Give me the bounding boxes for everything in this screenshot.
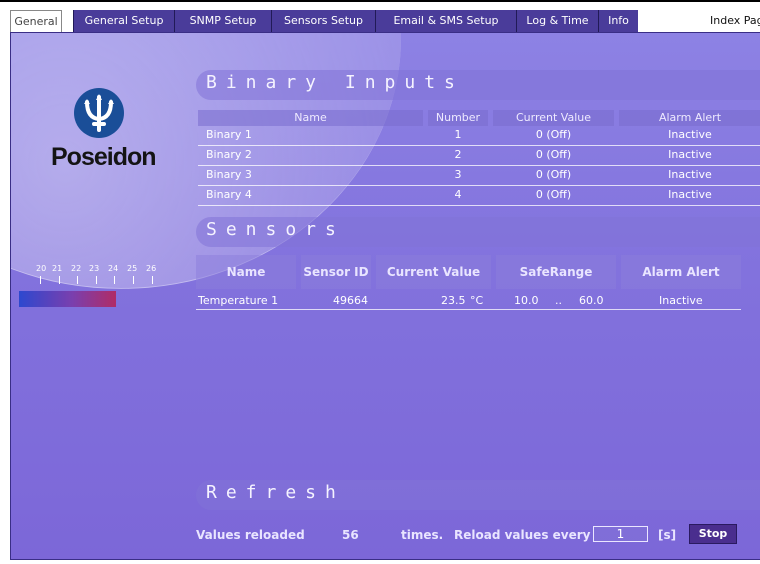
binary-name: Binary 2 (206, 148, 252, 161)
tab-log-time[interactable]: Log & Time (516, 10, 598, 32)
scale-tick-label: 23 (89, 264, 100, 273)
sensors-col-current-value: Current Value (376, 255, 491, 289)
binary-value: 0 (Off) (535, 148, 572, 161)
binary-alarm: Inactive (668, 168, 712, 181)
binary-alarm: Inactive (668, 188, 712, 201)
saferange-low: 10.0 (514, 294, 539, 307)
scale-tick-label: 20 (36, 264, 47, 273)
reload-interval-input[interactable] (593, 526, 648, 542)
binary-name: Binary 4 (206, 188, 252, 201)
reloaded-label: Values reloaded (196, 528, 305, 542)
tab-snmp-setup[interactable]: SNMP Setup (174, 10, 271, 32)
tab-sensors-setup[interactable]: Sensors Setup (271, 10, 375, 32)
tab-bar: General General Setup SNMP Setup Sensors… (10, 10, 760, 32)
saferange-separator: .. (555, 294, 562, 307)
binary-col-name: Name (198, 110, 423, 126)
scale-tick (152, 276, 153, 284)
sensor-value: 23.5 (441, 294, 466, 307)
saferange-high: 60.0 (579, 294, 604, 307)
binary-number: 2 (454, 148, 462, 161)
table-row: Binary 1 1 0 (Off) Inactive (198, 126, 760, 146)
binary-name: Binary 1 (206, 128, 252, 141)
top-border (0, 0, 760, 2)
sensor-alarm: Inactive (659, 294, 703, 307)
times-label: times. (401, 528, 444, 542)
binary-value: 0 (Off) (535, 188, 572, 201)
scale-tick (96, 276, 97, 284)
trident-icon (74, 88, 124, 138)
reload-every-label: Reload values every (454, 528, 591, 542)
logo-text: Poseidon (51, 143, 157, 171)
scale-tick (133, 276, 134, 284)
binary-inputs-title: Binary Inputs (206, 72, 464, 93)
sensor-id: 49664 (333, 294, 368, 307)
refresh-title: Refresh (206, 482, 345, 503)
reload-count: 56 (342, 528, 359, 542)
scale-tick (114, 276, 115, 284)
table-row: Binary 2 2 0 (Off) Inactive (198, 146, 760, 166)
scale-tick-label: 25 (127, 264, 138, 273)
binary-value: 0 (Off) (535, 168, 572, 181)
binary-col-current-value: Current Value (493, 110, 614, 126)
binary-value: 0 (Off) (535, 128, 572, 141)
tab-index-page[interactable]: Index Page (660, 10, 760, 32)
table-row: Binary 4 4 0 (Off) Inactive (198, 186, 760, 206)
scale-tick (40, 276, 41, 284)
tab-general[interactable]: General (10, 10, 62, 32)
temperature-bar (19, 291, 116, 307)
scale-tick-label: 21 (52, 264, 63, 273)
binary-col-alarm-alert: Alarm Alert (619, 110, 760, 126)
binary-number: 3 (454, 168, 462, 181)
stop-button[interactable]: Stop (689, 524, 737, 544)
sensor-name: Temperature 1 (198, 294, 279, 307)
scale-tick-label: 22 (71, 264, 82, 273)
table-row: Temperature 1 49664 23.5 °C 10.0 .. 60.0… (196, 293, 741, 310)
scale-tick-label: 26 (146, 264, 157, 273)
tab-general-setup[interactable]: General Setup (73, 10, 174, 32)
binary-name: Binary 3 (206, 168, 252, 181)
binary-number: 4 (454, 188, 462, 201)
poseidon-logo: Poseidon (51, 88, 157, 183)
scale-tick (77, 276, 78, 284)
binary-alarm: Inactive (668, 128, 712, 141)
sensors-col-alarm-alert: Alarm Alert (621, 255, 741, 289)
binary-alarm: Inactive (668, 148, 712, 161)
tab-email-sms-setup[interactable]: Email & SMS Setup (375, 10, 516, 32)
main-panel: Poseidon Binary Inputs Name Number Curre… (10, 32, 760, 560)
tab-info[interactable]: Info (598, 10, 638, 32)
temperature-scale: 20 21 22 23 24 25 26 (19, 261, 181, 287)
scale-tick (59, 276, 60, 284)
scale-tick-label: 24 (108, 264, 119, 273)
sensor-unit: °C (470, 294, 484, 307)
sensors-col-name: Name (196, 255, 296, 289)
table-row: Binary 3 3 0 (Off) Inactive (198, 166, 760, 186)
interval-unit: [s] (658, 528, 677, 542)
refresh-controls: Values reloaded 56 times. Reload values … (196, 524, 760, 546)
sensors-title: Sensors (206, 219, 345, 240)
binary-col-number: Number (428, 110, 488, 126)
binary-number: 1 (454, 128, 462, 141)
sensors-col-saferange: SafeRange (496, 255, 616, 289)
sensors-col-sensor-id: Sensor ID (301, 255, 371, 289)
